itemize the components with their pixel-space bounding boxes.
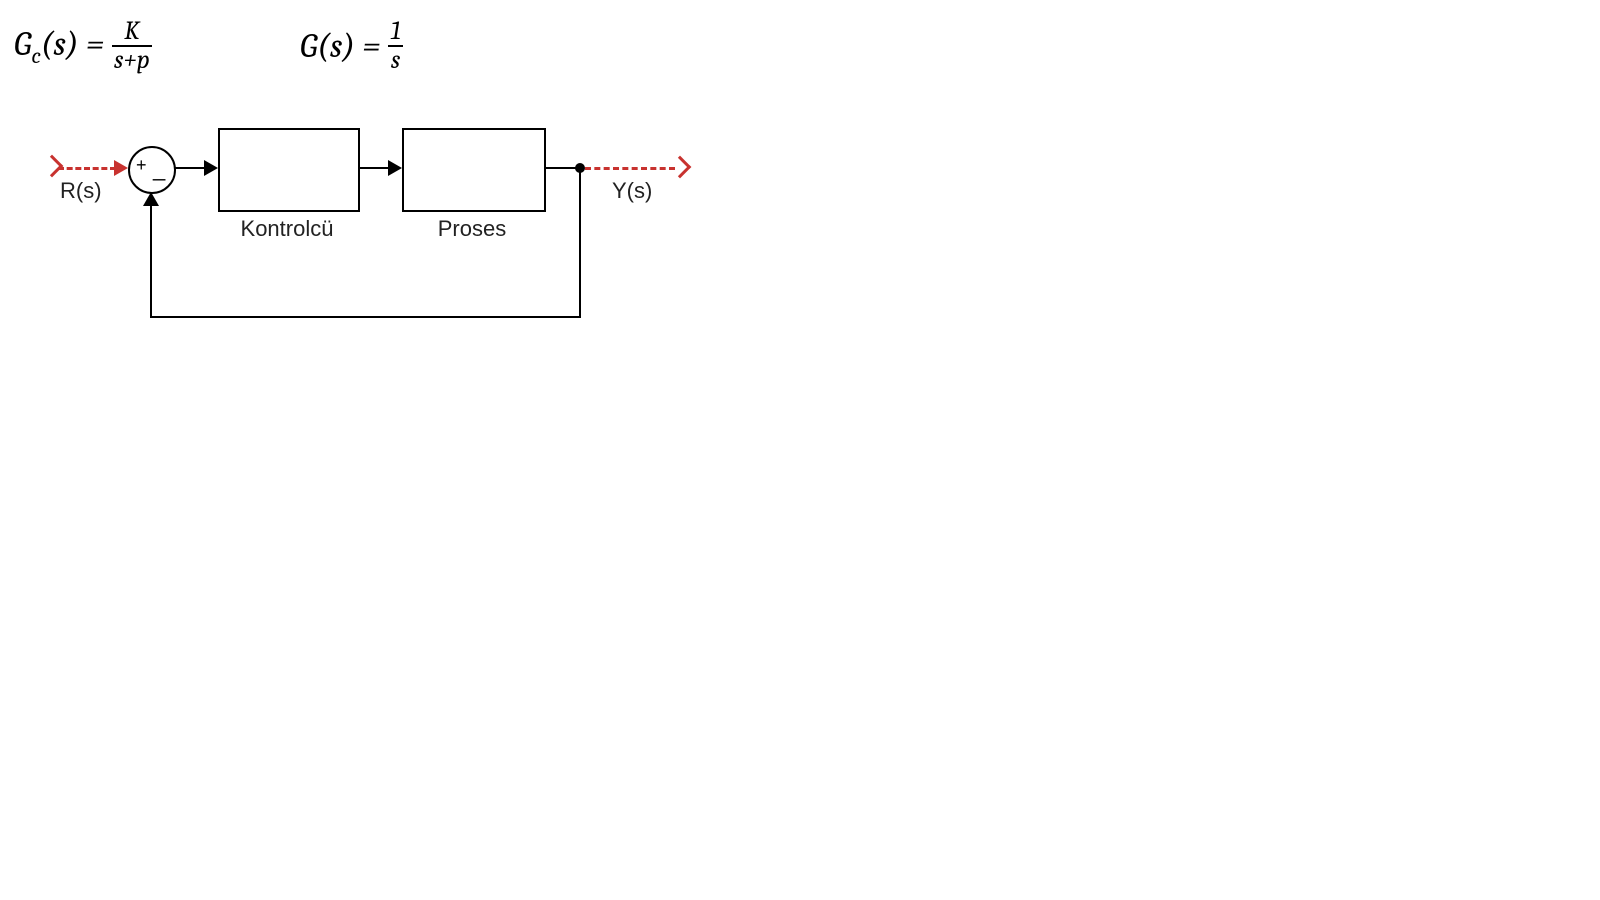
- formula-gc-sub: c: [31, 43, 41, 69]
- open-port-tick-left: [41, 155, 64, 178]
- sum-plus-sign: +: [136, 156, 147, 174]
- arrowhead-to-controller: [204, 160, 218, 176]
- process-block: [402, 128, 546, 212]
- formula-gc-g: G: [14, 24, 31, 64]
- sum-minus-sign: _: [153, 158, 165, 180]
- feedback-line-horizontal: [150, 316, 581, 318]
- formula-g: G(s) = 1 s: [300, 18, 403, 75]
- controller-label: Kontrolcü: [218, 216, 356, 242]
- feedback-line-down: [579, 168, 581, 318]
- figure-canvas: Gc(s) = K s+p G(s) = 1 s R(s) + _ Kontro…: [0, 0, 1600, 900]
- signal-line-input: [58, 167, 116, 170]
- signal-line-output: [585, 167, 675, 170]
- arrowhead-input: [114, 160, 128, 176]
- feedback-line-up: [150, 204, 152, 318]
- arrowhead-to-process: [388, 160, 402, 176]
- formula-gc-arg: (s) =: [41, 24, 104, 64]
- formula-gc: Gc(s) = K s+p: [14, 18, 152, 75]
- arrowhead-feedback: [143, 192, 159, 206]
- formula-g-den: s: [389, 47, 402, 74]
- signal-line-sum-to-controller: [174, 167, 206, 169]
- formula-gc-den: s+p: [112, 47, 152, 74]
- process-label: Proses: [402, 216, 542, 242]
- controller-block: [218, 128, 360, 212]
- label-input: R(s): [60, 178, 102, 204]
- formula-g-frac: 1 s: [388, 18, 402, 75]
- label-output: Y(s): [612, 178, 652, 204]
- formula-g-lhs: G(s) =: [300, 26, 380, 66]
- formula-gc-frac: K s+p: [112, 18, 152, 75]
- arrowhead-output: [669, 156, 692, 179]
- formula-gc-num: K: [122, 18, 141, 45]
- signal-line-controller-to-process: [358, 167, 390, 169]
- formula-g-num: 1: [388, 18, 402, 45]
